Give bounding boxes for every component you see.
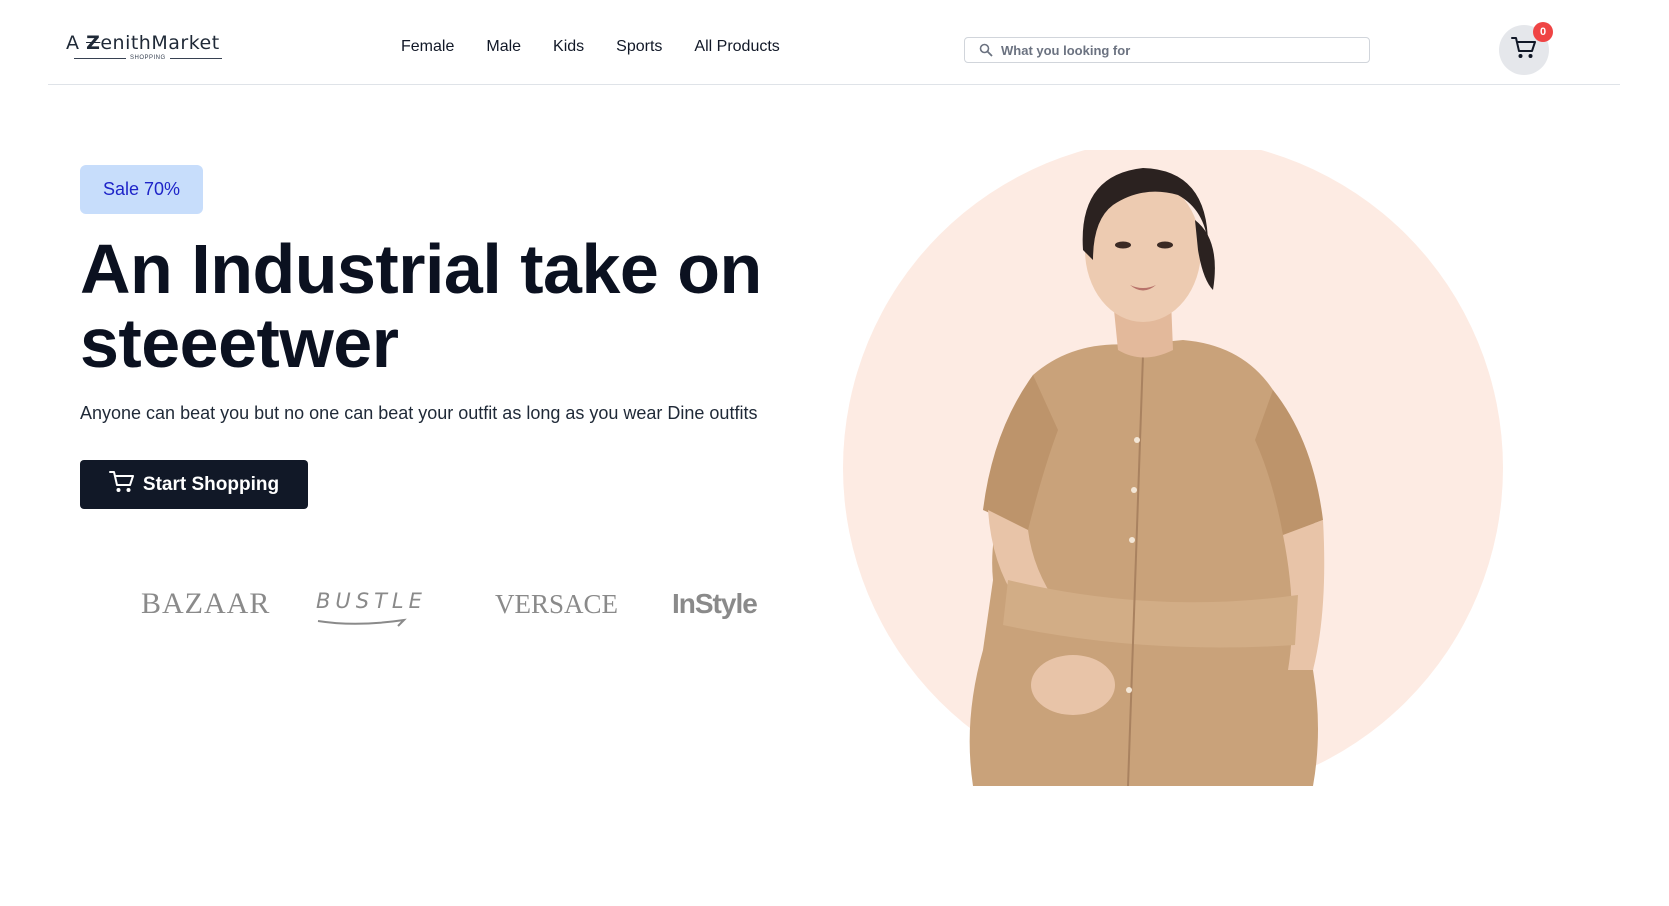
brand-logo-bustle: BUSTLE	[316, 589, 427, 613]
cart-icon	[108, 470, 135, 500]
logo-tagline: SHOPPING	[130, 55, 166, 61]
logo-prefix: A	[66, 32, 80, 54]
search-input[interactable]	[1001, 42, 1361, 58]
main-nav: Female Male Kids Sports All Products	[401, 38, 780, 56]
bustle-underline	[317, 618, 407, 627]
nav-item-female[interactable]: Female	[401, 38, 454, 56]
cart-count-badge: 0	[1533, 22, 1553, 42]
brand-logo-versace: VERSACE	[495, 589, 619, 619]
logo-divider	[169, 57, 222, 59]
logo-tagline-row: SHOPPING	[74, 55, 222, 61]
hero-title-line-1: An Industrial take on	[80, 230, 762, 308]
start-shopping-button[interactable]: Start Shopping	[80, 460, 308, 509]
logo-z: Z	[86, 32, 101, 54]
start-shopping-label: Start Shopping	[142, 473, 280, 495]
sale-badge: Sale 70%	[80, 165, 203, 214]
logo[interactable]: A ZenithMarket SHOPPING	[64, 32, 222, 61]
nav-item-male[interactable]: Male	[486, 38, 521, 56]
logo-divider	[74, 57, 126, 59]
brand-logo-bazaar: BAZAAR	[141, 587, 271, 620]
logo-wordmark: A ZenithMarket	[66, 32, 220, 54]
brand-logo-instyle: InStyle	[672, 588, 758, 619]
site-header: A ZenithMarket SHOPPING Female Male Kids…	[48, 0, 1620, 85]
hero-title-line-2: steeetwer	[80, 304, 399, 382]
search-icon	[979, 43, 993, 57]
hero-subtitle: Anyone can beat you but no one can beat …	[80, 403, 758, 423]
nav-item-sports[interactable]: Sports	[616, 38, 662, 56]
nav-item-kids[interactable]: Kids	[553, 38, 584, 56]
logo-name: enithMarket	[100, 32, 220, 54]
hero-image	[843, 150, 1503, 786]
cart-icon	[1511, 36, 1537, 65]
nav-item-all-products[interactable]: All Products	[694, 38, 779, 56]
hero-title: An Industrial take on steeetwer	[80, 232, 800, 380]
search-bar[interactable]	[964, 37, 1370, 63]
